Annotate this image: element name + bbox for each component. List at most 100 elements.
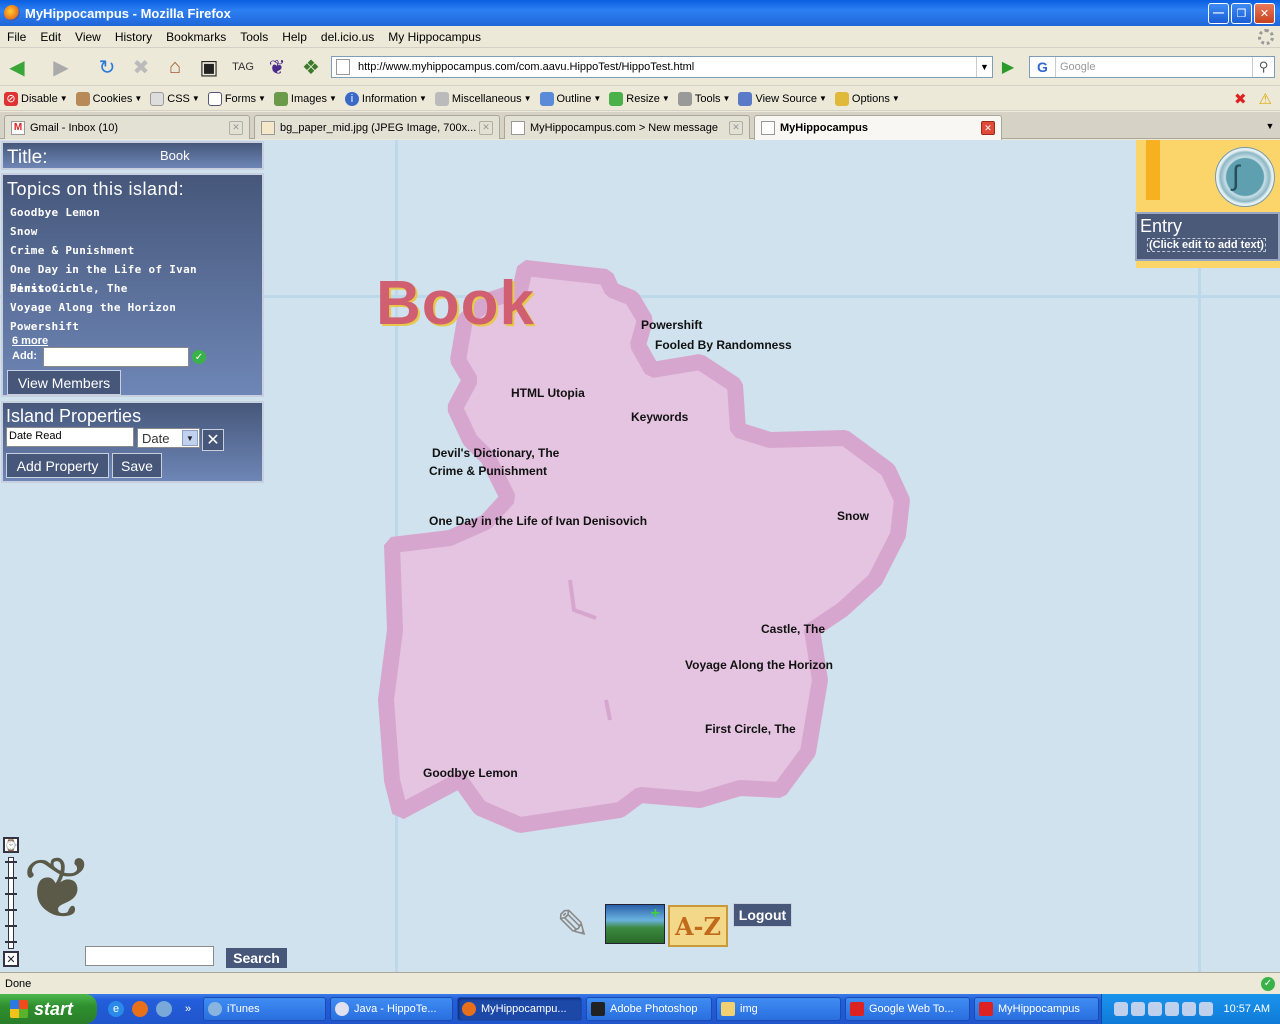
dev-images[interactable]: Images ▼ <box>270 91 341 106</box>
search-input[interactable] <box>85 946 214 966</box>
island-topic-label[interactable]: HTML Utopia <box>511 386 585 400</box>
menu-view[interactable]: View <box>68 30 108 44</box>
forward-icon[interactable]: ▶ <box>48 54 74 80</box>
taskbar-item-itunes[interactable]: iTunes <box>203 997 326 1021</box>
address-bar[interactable]: http://www.myhippocampus.com/com.aavu.Hi… <box>331 56 993 78</box>
close-window-button[interactable]: ✕ <box>1254 2 1275 24</box>
topic-item[interactable]: Crime & Punishment <box>10 241 262 260</box>
close-tab-icon[interactable]: ✕ <box>479 120 493 135</box>
tray-icon[interactable] <box>1164 1002 1179 1016</box>
zoom-in-icon[interactable]: ⌚ <box>3 837 19 853</box>
taskbar-item-img[interactable]: img <box>716 997 841 1021</box>
ie-quicklaunch-icon[interactable]: e <box>108 1001 124 1017</box>
taskbar-item-myhippocampus-firefox[interactable]: MyHippocampu... <box>457 997 582 1021</box>
maximize-button[interactable]: ❐ <box>1231 2 1252 24</box>
zoom-slider[interactable]: ⌚ ✕ <box>3 837 21 967</box>
topic-item[interactable]: Goodbye Lemon <box>10 203 262 222</box>
dev-miscellaneous[interactable]: Miscellaneous ▼ <box>431 91 536 106</box>
property-type-select[interactable]: Date ▼ <box>137 428 200 448</box>
dev-resize[interactable]: Resize ▼ <box>605 91 674 106</box>
quicklaunch-more-icon[interactable]: » <box>180 1001 196 1017</box>
start-button[interactable]: start <box>0 994 97 1024</box>
island-topic-label[interactable]: Castle, The <box>761 622 825 636</box>
search-placeholder[interactable]: Google <box>1056 61 1252 73</box>
island-topic-label[interactable]: One Day in the Life of Ivan Denisovich <box>429 514 647 528</box>
island-shape[interactable] <box>378 260 910 833</box>
more-topics-link[interactable]: 6 more <box>12 335 48 347</box>
hippo-icon[interactable]: ❦ <box>264 54 290 80</box>
topic-item[interactable]: Powershift <box>10 317 262 336</box>
save-button[interactable]: Save <box>112 453 162 478</box>
tab-image[interactable]: bg_paper_mid.jpg (JPEG Image, 700x... ✕ <box>254 115 500 139</box>
menu-edit[interactable]: Edit <box>33 30 68 44</box>
dev-information[interactable]: i Information ▼ <box>341 91 431 106</box>
menu-my-hippocampus[interactable]: My Hippocampus <box>381 30 488 44</box>
google-icon[interactable]: G <box>1030 57 1056 77</box>
close-tab-icon[interactable]: ✕ <box>229 120 243 135</box>
url-dropdown-icon[interactable]: ▼ <box>976 57 992 77</box>
menu-help[interactable]: Help <box>275 30 314 44</box>
delicious-icon[interactable]: ▣ <box>196 54 222 80</box>
magnifier-icon[interactable]: ⚲ <box>1252 57 1274 77</box>
url-text[interactable]: http://www.myhippocampus.com/com.aavu.Hi… <box>358 61 976 73</box>
island-topic-label[interactable]: Powershift <box>641 318 702 332</box>
island-topic-label[interactable]: Keywords <box>631 410 688 424</box>
island-topic-label[interactable]: Fooled By Randomness <box>655 338 792 352</box>
tray-icon[interactable] <box>1181 1002 1196 1016</box>
close-tab-icon[interactable]: ✕ <box>729 120 743 135</box>
zoom-out-icon[interactable]: ✕ <box>3 951 19 967</box>
island-topic-label[interactable]: Crime & Punishment <box>429 464 547 478</box>
dev-css[interactable]: CSS ▼ <box>146 91 204 106</box>
home-icon[interactable]: ⌂ <box>162 54 188 80</box>
entry-panel[interactable]: Entry (Click edit to add text) <box>1135 212 1280 261</box>
island-topic-label[interactable]: Goodbye Lemon <box>423 766 518 780</box>
menu-bookmarks[interactable]: Bookmarks <box>159 30 233 44</box>
entry-placeholder[interactable]: (Click edit to add text) <box>1147 238 1266 252</box>
tray-icon[interactable] <box>1198 1002 1213 1016</box>
menu-delicious[interactable]: del.icio.us <box>314 30 381 44</box>
go-icon[interactable]: ▶ <box>997 57 1019 77</box>
menu-history[interactable]: History <box>108 30 159 44</box>
dev-cookies[interactable]: Cookies ▼ <box>72 91 147 106</box>
menu-file[interactable]: File <box>0 30 33 44</box>
tab-list-icon[interactable]: ▼ <box>1262 116 1278 136</box>
taskbar-item-myhippocampus[interactable]: MyHippocampus <box>974 997 1099 1021</box>
island-topic-label[interactable]: First Circle, The <box>705 722 796 736</box>
add-property-button[interactable]: Add Property <box>6 453 109 478</box>
tab-myhippocampus[interactable]: MyHippocampus ✕ <box>754 115 1002 140</box>
tray-icon[interactable] <box>1130 1002 1145 1016</box>
topic-item[interactable]: Voyage Along the Horizon <box>10 298 262 317</box>
a-z-index-icon[interactable]: A-Z <box>668 905 728 947</box>
compass-icon[interactable]: ∫ <box>1215 147 1275 207</box>
itunes-quicklaunch-icon[interactable] <box>156 1001 172 1017</box>
clock[interactable]: 10:57 AM <box>1224 1003 1270 1015</box>
warning-icon[interactable]: ⚠ <box>1259 90 1272 108</box>
minimize-button[interactable]: — <box>1208 2 1229 24</box>
tray-icon[interactable] <box>1147 1002 1162 1016</box>
topic-item[interactable]: One Day in the Life of Ivan Denisovich <box>10 260 262 295</box>
tab-gmail[interactable]: M Gmail - Inbox (10) ✕ <box>4 115 250 139</box>
leaf-icon[interactable]: ❖ <box>298 54 324 80</box>
title-value[interactable]: Book <box>160 148 190 163</box>
close-tab-icon[interactable]: ✕ <box>981 121 995 135</box>
taskbar-item-photoshop[interactable]: Adobe Photoshop <box>586 997 712 1021</box>
stop-icon[interactable]: ✖ <box>128 54 154 80</box>
status-ok-icon[interactable]: ✓ <box>1261 976 1275 991</box>
confirm-add-icon[interactable]: ✓ <box>192 350 206 364</box>
topic-item[interactable]: First Circle, The <box>10 279 262 298</box>
add-island-icon[interactable]: + <box>605 904 665 944</box>
firefox-quicklaunch-icon[interactable] <box>132 1001 148 1017</box>
dev-view-source[interactable]: View Source ▼ <box>734 91 830 106</box>
add-topic-input[interactable] <box>43 347 189 367</box>
zoom-track[interactable] <box>8 857 14 949</box>
tag-icon[interactable]: TAG <box>230 54 256 80</box>
island-topic-label[interactable]: Snow <box>837 509 869 523</box>
dev-options[interactable]: Options ▼ <box>831 91 904 106</box>
back-icon[interactable]: ◀ <box>4 54 30 80</box>
delete-property-icon[interactable]: ✕ <box>202 429 224 451</box>
view-members-button[interactable]: View Members <box>7 370 121 395</box>
reload-icon[interactable]: ↻ <box>94 54 120 80</box>
scroll-quill-icon[interactable]: ✎ <box>543 902 603 948</box>
tab-new-message[interactable]: MyHippocampus.com > New message ✕ <box>504 115 750 139</box>
logout-button[interactable]: Logout <box>733 903 792 927</box>
